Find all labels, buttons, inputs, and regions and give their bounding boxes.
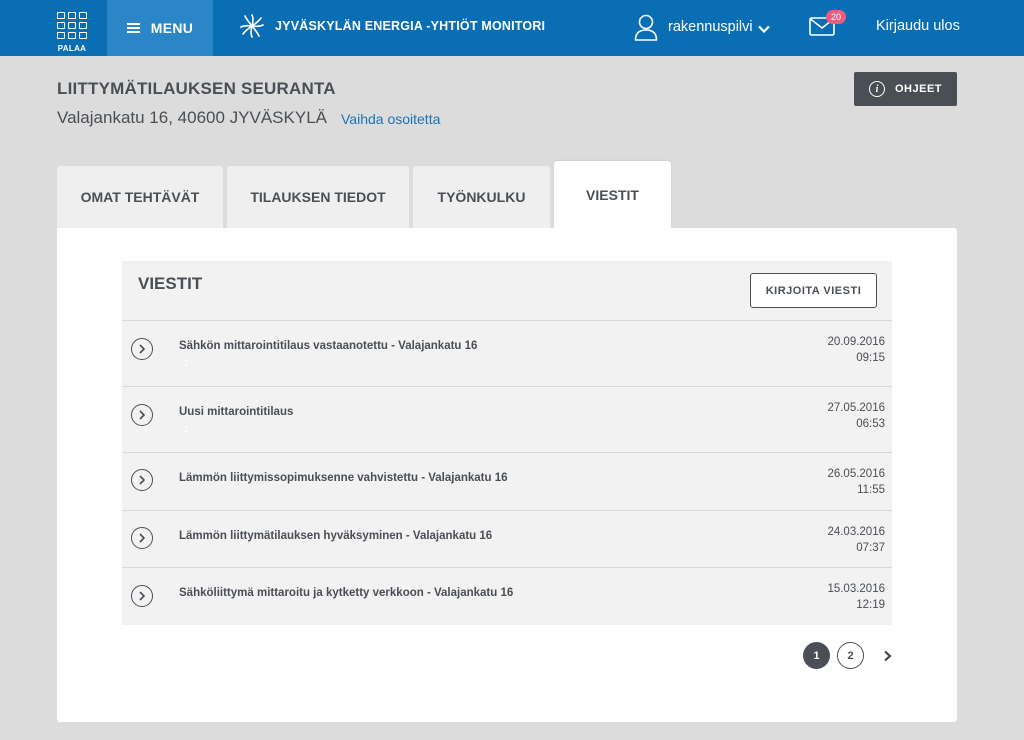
message-date: 20.09.2016	[827, 336, 885, 348]
message-count: 2	[184, 359, 189, 368]
message-time: 06:53	[856, 418, 885, 430]
brand-logo-icon	[240, 14, 264, 38]
message-count: 2	[184, 425, 189, 434]
top-bar: PALAA MENU JYVÄSKYLÄN ENERGIA -YHTIÖT MO…	[0, 0, 1024, 56]
next-page-button[interactable]	[877, 646, 897, 666]
menu-label: MENU	[150, 20, 194, 36]
chevron-right-icon	[883, 650, 892, 661]
message-time: 12:19	[856, 599, 885, 611]
chevron-down-icon	[757, 25, 770, 33]
app-grid-icon	[57, 12, 87, 39]
tab-tyonkulku[interactable]: TYÖNKULKU	[413, 166, 550, 228]
write-message-button[interactable]: KIRJOITA VIESTI	[750, 273, 877, 308]
tab-tilauksen-tiedot[interactable]: TILAUKSEN TIEDOT	[227, 166, 409, 228]
message-datetime: 20.09.2016 09:15	[827, 334, 885, 366]
pagination: 1 2	[803, 642, 897, 669]
content-panel: VIESTIT KIRJOITA VIESTI Sähkön mittaroin…	[57, 228, 957, 722]
username: rakennuspilvi	[668, 19, 753, 35]
chevron-right-circle-icon	[131, 585, 153, 607]
back-button[interactable]: PALAA	[52, 12, 92, 54]
message-date: 24.03.2016	[827, 526, 885, 538]
message-row[interactable]: Lämmön liittymissopimuksenne vahvistettu…	[122, 452, 892, 510]
message-row[interactable]: Lämmön liittymätilauksen hyväksyminen - …	[122, 510, 892, 567]
brand: JYVÄSKYLÄN ENERGIA -YHTIÖT MONITORI	[240, 14, 545, 38]
chevron-right-circle-icon	[131, 404, 153, 426]
message-time: 11:55	[857, 484, 885, 496]
message-datetime: 27.05.2016 06:53	[827, 400, 885, 432]
message-time: 09:15	[856, 352, 885, 364]
tab-viestit[interactable]: VIESTIT	[554, 161, 671, 228]
help-button[interactable]: i OHJEET	[854, 72, 957, 106]
message-date: 27.05.2016	[827, 402, 885, 414]
page-title: LIITTYMÄTILAUKSEN SEURANTA	[57, 79, 336, 98]
hamburger-icon	[126, 23, 140, 33]
user-icon	[634, 14, 658, 41]
messages-box: VIESTIT KIRJOITA VIESTI Sähkön mittaroin…	[122, 261, 892, 625]
chevron-right-circle-icon	[131, 469, 153, 491]
menu-button[interactable]: MENU	[107, 0, 213, 56]
message-subject: Lämmön liittymissopimuksenne vahvistettu…	[179, 472, 508, 484]
message-subject: Uusi mittarointitilaus	[179, 406, 294, 418]
message-subject: Sähkön mittarointitilaus vastaanotettu -…	[179, 340, 478, 352]
logout-link[interactable]: Kirjaudu ulos	[876, 18, 960, 34]
message-time: 07:37	[856, 542, 885, 554]
message-datetime: 24.03.2016 07:37	[827, 524, 885, 556]
help-label: OHJEET	[894, 83, 942, 95]
message-datetime: 26.05.2016 11:55	[827, 466, 885, 498]
page-1-button[interactable]: 1	[803, 642, 830, 669]
info-icon: i	[868, 81, 885, 97]
message-subject: Lämmön liittymätilauksen hyväksyminen - …	[179, 530, 493, 542]
change-address-link[interactable]: Vaihda osoitetta	[341, 111, 440, 127]
messages-title: VIESTIT	[138, 274, 203, 293]
message-date: 15.03.2016	[827, 583, 885, 595]
message-row[interactable]: Sähkön mittarointitilaus vastaanotettu -…	[122, 320, 892, 386]
chevron-right-circle-icon	[131, 527, 153, 549]
tab-omat-tehtavat[interactable]: OMAT TEHTÄVÄT	[57, 166, 223, 228]
message-row[interactable]: Uusi mittarointitilaus 2 27.05.2016 06:5…	[122, 386, 892, 452]
user-menu[interactable]: rakennuspilvi	[634, 13, 770, 41]
mail-count-badge: 20	[826, 10, 847, 24]
back-label: PALAA	[57, 44, 87, 53]
address-text: Valajankatu 16, 40600 JYVÄSKYLÄ	[57, 108, 327, 127]
message-date: 26.05.2016	[827, 468, 885, 480]
mail-button[interactable]: 20	[809, 10, 847, 39]
message-subject: Sähköliittymä mittaroitu ja kytketty ver…	[179, 587, 514, 599]
page-2-button[interactable]: 2	[837, 642, 864, 669]
brand-name: JYVÄSKYLÄN ENERGIA -YHTIÖT MONITORI	[275, 19, 546, 33]
chevron-right-circle-icon	[131, 338, 153, 360]
message-datetime: 15.03.2016 12:19	[827, 581, 885, 613]
message-row[interactable]: Sähköliittymä mittaroitu ja kytketty ver…	[122, 567, 892, 625]
